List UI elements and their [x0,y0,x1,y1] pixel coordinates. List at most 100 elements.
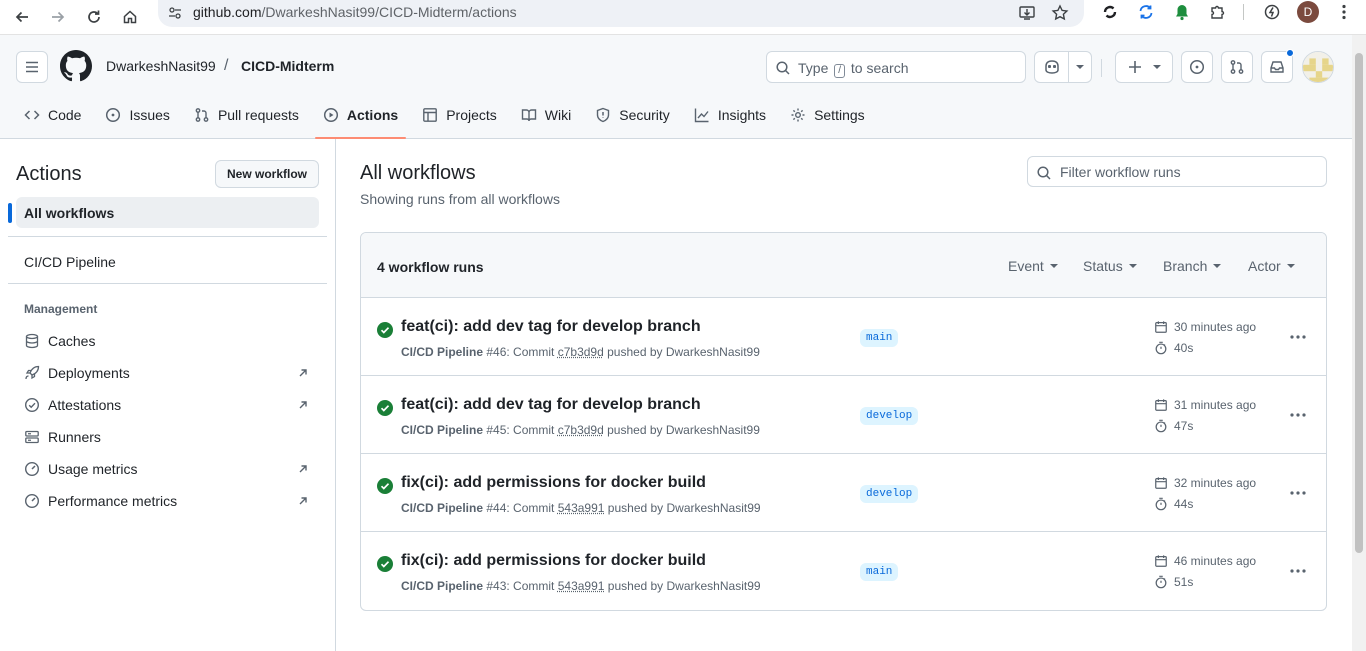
play-icon [323,107,338,123]
workflow-run-row[interactable]: feat(ci): add dev tag for develop branch… [361,376,1326,454]
back-icon[interactable] [8,3,36,31]
branch-label[interactable]: develop [860,485,919,503]
menu-button[interactable] [16,51,48,83]
run-workflow: CI/CD Pipeline [401,345,484,359]
filter-branch-dropdown[interactable]: Branch [1163,258,1222,274]
extension-refresh-icon[interactable] [1133,0,1159,24]
run-commit-sha[interactable]: 543a991 [558,501,605,515]
run-title[interactable]: fix(ci): add permissions for docker buil… [401,552,706,570]
workflow-runs-box: 4 workflow runs Event Status Branch Acto… [360,232,1327,611]
home-icon[interactable] [116,3,144,31]
tab-issues[interactable]: Issues [97,99,177,131]
install-app-icon[interactable] [1018,4,1036,22]
create-new-button[interactable] [1115,51,1173,83]
pull-requests-button[interactable] [1221,51,1253,83]
extensions-puzzle-icon[interactable] [1205,0,1231,24]
url-host: github.com [193,4,262,20]
graph-icon [694,108,709,123]
sidebar-item-caches[interactable]: Caches [16,327,319,355]
run-title[interactable]: feat(ci): add dev tag for develop branch [401,396,701,414]
run-time-text: 46 minutes ago [1174,554,1257,568]
global-search-input[interactable]: Type / to search [766,51,1026,83]
run-commit-sha[interactable]: 543a991 [558,579,605,593]
external-link-icon [299,497,307,505]
run-commit-sha[interactable]: c7b3d9d [558,423,604,437]
new-workflow-button[interactable]: New workflow [215,160,319,188]
performance-icon[interactable] [1259,0,1285,24]
workflow-run-row[interactable]: feat(ci): add dev tag for develop branch… [361,298,1326,376]
tab-settings[interactable]: Settings [782,99,873,131]
sidebar-item-deployments[interactable]: Deployments [16,359,319,387]
git-pull-request-icon [1230,60,1244,74]
search-prefix-text: Type [798,60,829,76]
branch-label[interactable]: main [860,329,899,347]
filter-input[interactable] [1060,163,1320,181]
github-header: DwarkeshNasit99 / CICD-Midterm Type / to… [0,35,1352,139]
sidebar-item-runners[interactable]: Runners [16,423,319,451]
filter-status-dropdown[interactable]: Status [1083,258,1137,274]
issues-button[interactable] [1181,51,1213,83]
kebab-menu-icon[interactable] [1286,403,1310,427]
run-title[interactable]: feat(ci): add dev tag for develop branch [401,318,701,336]
sidebar-item-all-workflows[interactable]: All workflows [16,197,319,228]
filter-actor-dropdown[interactable]: Actor [1248,258,1295,274]
kebab-menu-icon[interactable] [1286,325,1310,349]
workflow-run-row[interactable]: fix(ci): add permissions for docker buil… [361,532,1326,610]
run-title[interactable]: fix(ci): add permissions for docker buil… [401,474,706,492]
tab-insights[interactable]: Insights [686,99,774,131]
run-pushed-by: pushed by DwarkeshNasit99 [607,579,761,593]
kebab-menu-icon[interactable] [1286,481,1310,505]
bookmark-star-icon[interactable] [1051,4,1069,22]
tab-actions[interactable]: Actions [314,99,407,139]
run-meta: CI/CD Pipeline #46: Commit c7b3d9d pushe… [401,345,760,359]
forward-icon[interactable] [44,3,72,31]
browser-menu-icon[interactable] [1331,0,1357,24]
tab-pull-requests[interactable]: Pull requests [186,99,307,131]
extension-bell-icon[interactable] [1169,0,1195,24]
address-bar[interactable]: github.com/DwarkeshNasit99/CICD-Midterm/… [158,0,1084,27]
copilot-button[interactable] [1034,51,1092,83]
search-placeholder: Type / to search [798,60,909,78]
sidebar-item-cicd-pipeline[interactable]: CI/CD Pipeline [24,254,116,270]
github-logo-icon[interactable] [60,50,92,82]
sidebar-item-attestations[interactable]: Attestations [16,391,319,419]
runs-count: 4 workflow runs [377,259,484,275]
user-avatar[interactable] [1302,51,1334,83]
page-scrollbar-thumb[interactable] [1355,53,1363,553]
tab-security[interactable]: Security [587,99,678,131]
copilot-icon[interactable] [1035,52,1069,82]
breadcrumb-owner[interactable]: DwarkeshNasit99 [106,58,216,74]
filter-event-dropdown[interactable]: Event [1008,258,1058,274]
run-number: #46 [486,345,507,359]
breadcrumb-repo[interactable]: CICD-Midterm [241,58,334,74]
stopwatch-icon [1155,341,1167,355]
reload-icon[interactable] [80,3,108,31]
sidebar-item-usage-metrics[interactable]: Usage metrics [16,455,319,483]
run-time: 31 minutes ago [1154,398,1256,412]
sidebar-item-label: Caches [48,333,96,349]
code-icon [24,110,40,120]
branch-label[interactable]: main [860,563,899,581]
run-pushed-by: pushed by DwarkeshNasit99 [607,501,761,515]
extension-sync-icon[interactable] [1097,0,1123,24]
tab-wiki[interactable]: Wiki [513,99,579,131]
run-time-text: 32 minutes ago [1174,476,1257,490]
browser-profile-avatar[interactable]: D [1297,1,1319,23]
search-suffix-text: to search [850,60,909,76]
tab-label: Wiki [544,107,572,123]
stopwatch-icon [1155,575,1167,589]
copilot-dropdown-icon[interactable] [1069,65,1091,69]
run-commit-label: : Commit [506,501,555,515]
workflow-run-row[interactable]: fix(ci): add permissions for docker buil… [361,454,1326,532]
branch-label[interactable]: develop [860,407,919,425]
gear-icon [791,108,805,122]
sidebar-item-performance-metrics[interactable]: Performance metrics [16,487,319,515]
success-check-icon [377,322,393,338]
tab-projects[interactable]: Projects [414,99,505,131]
issue-opened-icon [1189,59,1205,75]
run-commit-sha[interactable]: c7b3d9d [558,345,604,359]
kebab-menu-icon[interactable] [1286,559,1310,583]
tab-code[interactable]: Code [16,99,89,131]
filter-workflow-runs[interactable] [1027,156,1327,187]
site-info-icon[interactable] [168,6,182,20]
